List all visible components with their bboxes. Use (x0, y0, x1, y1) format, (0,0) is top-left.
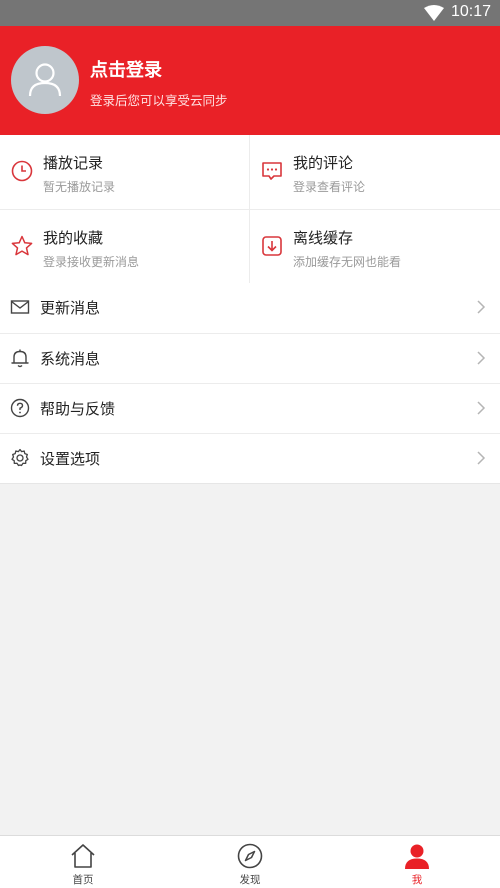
status-time: 10:17 (450, 3, 491, 20)
bottom-tab-bar: 首页 发现 我 (0, 835, 500, 888)
menu-item-help-feedback[interactable]: 帮助与反馈 (0, 383, 500, 433)
bell-icon (11, 349, 29, 368)
tab-me[interactable]: 我 (334, 836, 500, 888)
status-bar: 10:17 (0, 0, 500, 26)
cell-title: 我的评论 (293, 154, 354, 172)
help-icon (10, 398, 30, 418)
menu-item-system-messages[interactable]: 系统消息 (0, 333, 500, 383)
cell-title: 播放记录 (43, 154, 104, 172)
cell-title: 我的收藏 (43, 229, 104, 247)
tab-home[interactable]: 首页 (0, 836, 166, 888)
menu-item-label: 系统消息 (40, 350, 101, 368)
chevron-right-icon (477, 401, 486, 415)
login-header[interactable]: 点击登录 登录后您可以享受云同步 (0, 26, 500, 135)
menu-item-label: 设置选项 (40, 450, 101, 468)
cell-subtitle: 登录查看评论 (293, 180, 366, 194)
login-subtitle: 登录后您可以享受云同步 (90, 93, 228, 108)
cell-title: 离线缓存 (293, 229, 354, 247)
my-favorites-cell[interactable]: 我的收藏 登录接收更新消息 (0, 210, 249, 284)
cell-subtitle: 添加缓存无网也能看 (293, 255, 402, 269)
tab-label: 我 (411, 874, 423, 886)
chevron-right-icon (477, 300, 486, 314)
my-comments-cell[interactable]: 我的评论 登录查看评论 (250, 135, 499, 209)
feature-grid: 播放记录 暂无播放记录 我的评论 登录查看评论 我的收藏 登录接收更新消息 离线… (0, 135, 500, 283)
wifi-icon (424, 5, 444, 21)
star-icon (11, 235, 33, 256)
home-icon (71, 844, 95, 868)
comment-icon (262, 162, 282, 180)
menu-item-label: 帮助与反馈 (40, 400, 116, 418)
download-icon (262, 236, 282, 256)
gear-icon (11, 448, 29, 467)
play-history-cell[interactable]: 播放记录 暂无播放记录 (0, 135, 249, 209)
offline-cache-cell[interactable]: 离线缓存 添加缓存无网也能看 (250, 210, 499, 284)
compass-icon (237, 843, 263, 869)
user-icon (405, 844, 429, 869)
menu-item-settings[interactable]: 设置选项 (0, 433, 500, 483)
tab-label: 首页 (72, 874, 94, 886)
menu-item-update-messages[interactable]: 更新消息 (0, 283, 500, 333)
clock-icon (11, 160, 33, 182)
avatar[interactable] (11, 46, 79, 114)
settings-menu: 更新消息 系统消息 帮助与反馈 设置选项 (0, 283, 500, 484)
cell-subtitle: 暂无播放记录 (43, 180, 116, 194)
cell-subtitle: 登录接收更新消息 (43, 255, 140, 269)
grid-divider-horizontal (0, 209, 500, 210)
chevron-right-icon (477, 351, 486, 365)
menu-item-label: 更新消息 (40, 299, 101, 317)
user-avatar-icon (28, 63, 62, 97)
tab-discover[interactable]: 发现 (167, 836, 333, 888)
chevron-right-icon (477, 451, 486, 465)
mail-icon (10, 300, 30, 314)
login-title[interactable]: 点击登录 (90, 56, 162, 82)
tab-label: 发现 (239, 874, 261, 886)
